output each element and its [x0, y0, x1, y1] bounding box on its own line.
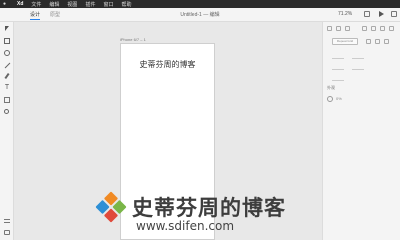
- watermark-title: 史蒂芬周的博客: [132, 195, 286, 220]
- rectangle-tool-icon[interactable]: [4, 38, 10, 44]
- device-preview-icon[interactable]: [364, 11, 370, 17]
- opacity-slider[interactable]: [327, 96, 333, 102]
- menu-view[interactable]: 视图: [67, 1, 77, 8]
- opacity-value[interactable]: 0%: [336, 96, 342, 101]
- artboard-label[interactable]: iPhone 6/7 – 1: [120, 37, 146, 42]
- boolean-subtract-icon[interactable]: [375, 39, 380, 44]
- apple-icon[interactable]: ●: [3, 1, 9, 7]
- align-bottom-icon[interactable]: [380, 26, 385, 31]
- app-menu[interactable]: Xd: [17, 1, 23, 7]
- boolean-intersect-icon[interactable]: [384, 39, 389, 44]
- menu-file[interactable]: 文件: [31, 1, 41, 8]
- tool-bar: T: [0, 22, 14, 240]
- x-field[interactable]: [332, 66, 344, 70]
- align-right-icon[interactable]: [345, 26, 350, 31]
- pen-tool-icon[interactable]: [4, 73, 10, 79]
- play-preview-icon[interactable]: [378, 11, 384, 17]
- menu-plugins[interactable]: 插件: [85, 1, 95, 8]
- rotation-field[interactable]: [332, 77, 344, 81]
- watermark-logo-icon: [95, 191, 127, 223]
- assets-icon[interactable]: [4, 230, 10, 235]
- select-tool-icon[interactable]: [4, 26, 10, 32]
- menu-edit[interactable]: 编辑: [49, 1, 59, 8]
- y-field[interactable]: [352, 66, 364, 70]
- width-field[interactable]: [332, 55, 344, 59]
- height-field[interactable]: [352, 55, 364, 59]
- menu-help[interactable]: 帮助: [121, 1, 131, 8]
- align-left-icon[interactable]: [327, 26, 332, 31]
- watermark: 史蒂芬周的博客 www.sdifen.com: [94, 188, 400, 240]
- share-icon[interactable]: [391, 11, 397, 17]
- distribute-icon[interactable]: [389, 26, 394, 31]
- line-tool-icon[interactable]: [4, 62, 10, 68]
- artboard-tool-icon[interactable]: [4, 97, 10, 103]
- zoom-tool-icon[interactable]: [4, 109, 9, 114]
- align-top-icon[interactable]: [362, 26, 367, 31]
- ellipse-tool-icon[interactable]: [4, 50, 10, 56]
- menu-bar: ● Xd 文件 编辑 视图 插件 窗口 帮助: [0, 0, 400, 8]
- app-topbar: 设计 原型 Untitled-1 — 编辑 71.2%: [0, 8, 400, 22]
- boolean-add-icon[interactable]: [366, 39, 371, 44]
- menu-window[interactable]: 窗口: [103, 1, 113, 8]
- text-tool-icon[interactable]: T: [4, 84, 10, 91]
- zoom-level[interactable]: 71.2%: [338, 11, 352, 17]
- artboard-text[interactable]: 史蒂芬周的博客: [121, 59, 214, 70]
- align-center-icon[interactable]: [336, 26, 341, 31]
- repeat-grid-button[interactable]: Repeat Grid: [332, 38, 358, 45]
- appearance-heading: 外观: [327, 85, 335, 90]
- layers-icon[interactable]: [4, 219, 10, 223]
- align-middle-icon[interactable]: [371, 26, 376, 31]
- watermark-url: www.sdifen.com: [136, 219, 235, 233]
